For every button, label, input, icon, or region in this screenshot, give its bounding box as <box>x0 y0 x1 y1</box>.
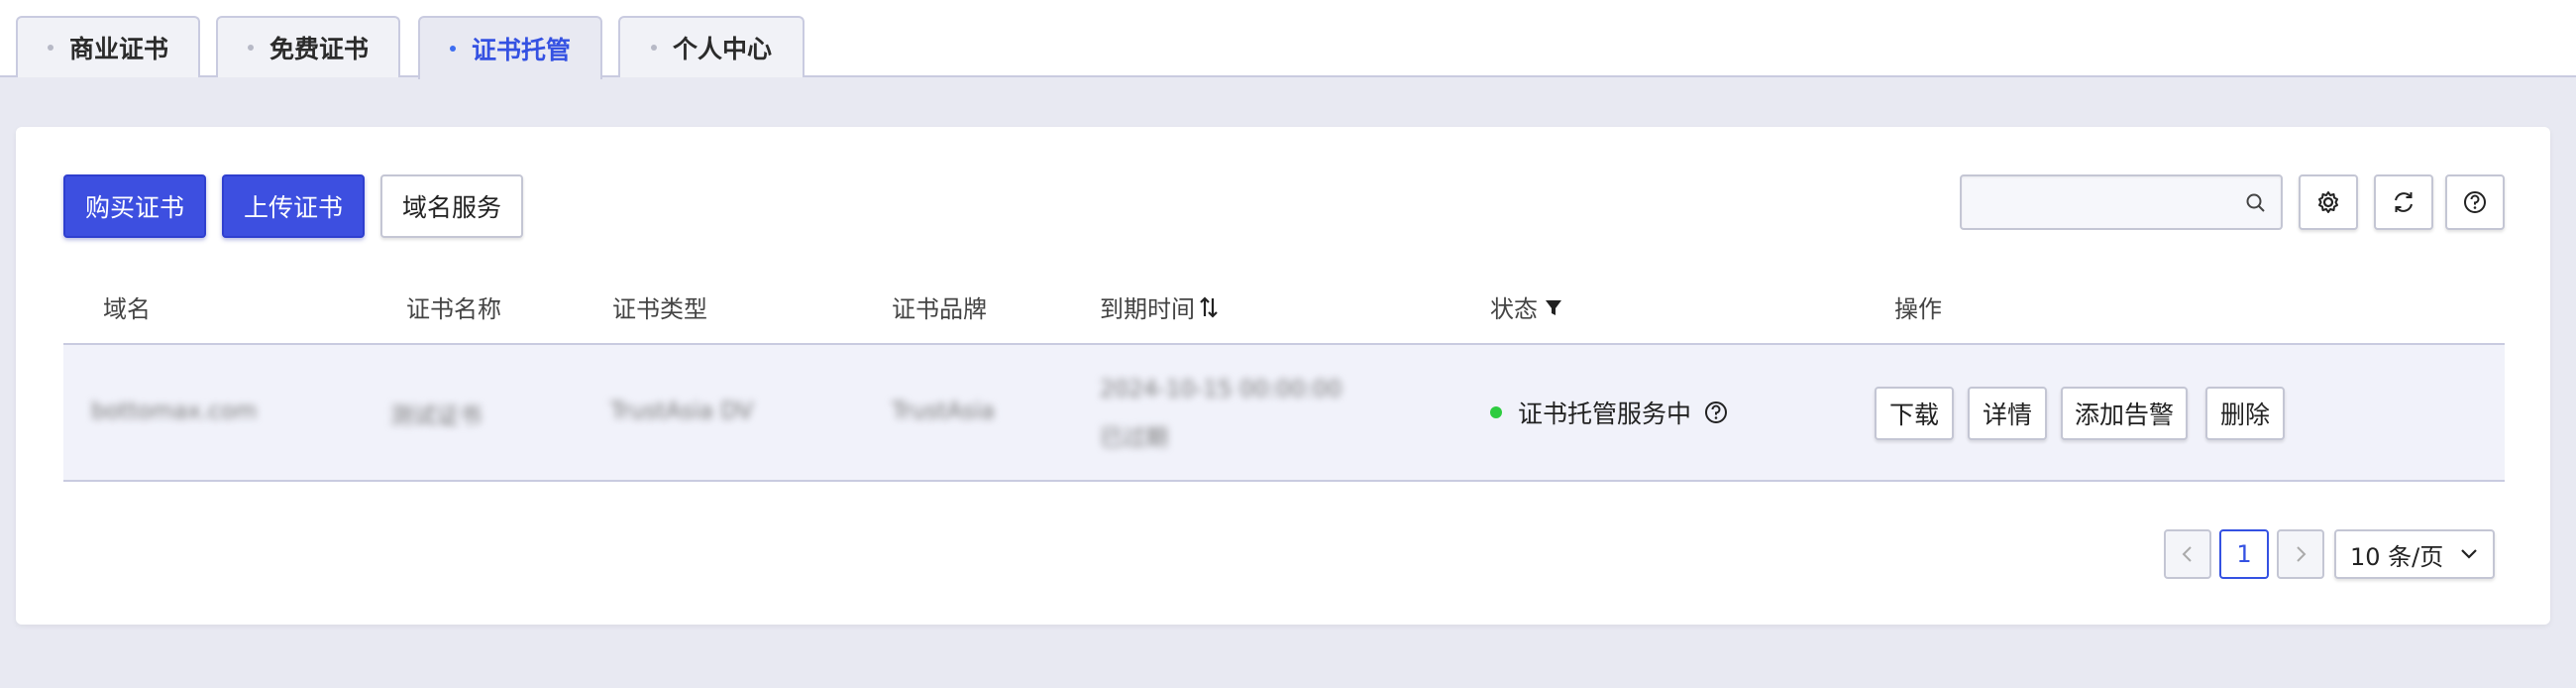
help-icon <box>2464 191 2486 213</box>
tab-label: 证书托管 <box>471 36 571 64</box>
col-actions: 操作 <box>1894 295 1942 323</box>
tab-label: 个人中心 <box>672 35 772 63</box>
tab-free-cert[interactable]: 免费证书 <box>216 16 400 77</box>
filter-icon[interactable] <box>1544 296 1563 318</box>
download-button[interactable]: 下载 <box>1875 387 1954 440</box>
next-page-button[interactable] <box>2277 529 2324 579</box>
tab-bar: 商业证书 免费证书 证书托管 个人中心 <box>0 0 2576 79</box>
refresh-button[interactable] <box>2374 174 2433 230</box>
prev-page-button[interactable] <box>2164 529 2211 579</box>
status-dot-icon <box>1490 406 1502 418</box>
tab-label: 免费证书 <box>268 35 369 63</box>
cert-hosting-panel: 购买证书 上传证书 域名服务 域名 证书名称 证书类型 证书品牌 到期时间 状态… <box>16 127 2550 625</box>
search-input[interactable] <box>1974 184 2225 222</box>
page-size-select[interactable]: 10 条/页 <box>2334 529 2495 579</box>
col-cert-name: 证书名称 <box>406 295 501 323</box>
cell-expiry-note: 已过期 <box>1100 425 1168 451</box>
chevron-right-icon <box>2297 546 2307 562</box>
col-cert-type: 证书类型 <box>612 295 707 323</box>
tab-dot-icon <box>247 45 254 51</box>
table-header: 域名 证书名称 证书类型 证书品牌 到期时间 状态 操作 <box>63 266 2505 345</box>
tab-dot-icon <box>47 45 54 51</box>
chevron-down-icon <box>2461 549 2477 559</box>
sort-icon[interactable] <box>1199 295 1219 319</box>
col-domain: 域名 <box>103 295 151 323</box>
tab-cert-hosting[interactable]: 证书托管 <box>418 16 602 79</box>
cell-domain: bottomax.com <box>91 399 258 424</box>
cell-cert-brand: TrustAsia <box>892 399 995 424</box>
col-cert-brand: 证书品牌 <box>892 295 987 323</box>
tab-dot-icon <box>449 46 456 52</box>
gear-icon <box>2318 191 2338 213</box>
domain-service-button[interactable]: 域名服务 <box>380 174 523 238</box>
cell-expiry-date: 2024-10-15 00:00:00 <box>1100 377 1342 402</box>
settings-button[interactable] <box>2299 174 2358 230</box>
col-expiry-label: 到期时间 <box>1100 295 1195 323</box>
chevron-left-icon <box>2182 546 2192 562</box>
page-number-button[interactable]: 1 <box>2219 529 2269 579</box>
refresh-icon <box>2395 192 2413 212</box>
page-size-value: 10 条/页 <box>2350 542 2444 571</box>
cell-cert-type: TrustAsia DV <box>610 399 754 424</box>
tab-label: 商业证书 <box>68 35 168 63</box>
tab-commercial-cert[interactable]: 商业证书 <box>16 16 200 77</box>
detail-button[interactable]: 详情 <box>1968 387 2047 440</box>
delete-button[interactable]: 删除 <box>2205 387 2285 440</box>
search-box <box>1960 174 2283 230</box>
upload-cert-button[interactable]: 上传证书 <box>222 174 365 238</box>
tab-dot-icon <box>650 45 657 51</box>
cell-cert-name: 测试证书 <box>390 403 482 429</box>
add-alert-button[interactable]: 添加告警 <box>2061 387 2188 440</box>
buy-cert-button[interactable]: 购买证书 <box>63 174 206 238</box>
table-row: bottomax.com 测试证书 TrustAsia DV TrustAsia… <box>63 345 2505 482</box>
col-status-label: 状态 <box>1490 295 1538 323</box>
help-icon[interactable] <box>1703 400 1729 425</box>
col-status[interactable]: 状态 <box>1490 289 1563 324</box>
col-expiry[interactable]: 到期时间 <box>1100 289 1219 324</box>
tab-personal-center[interactable]: 个人中心 <box>618 16 805 77</box>
search-icon[interactable] <box>2245 192 2267 214</box>
status-badge: 证书托管服务中 <box>1490 395 1729 430</box>
help-button[interactable] <box>2445 174 2505 230</box>
status-text: 证书托管服务中 <box>1518 400 1692 428</box>
